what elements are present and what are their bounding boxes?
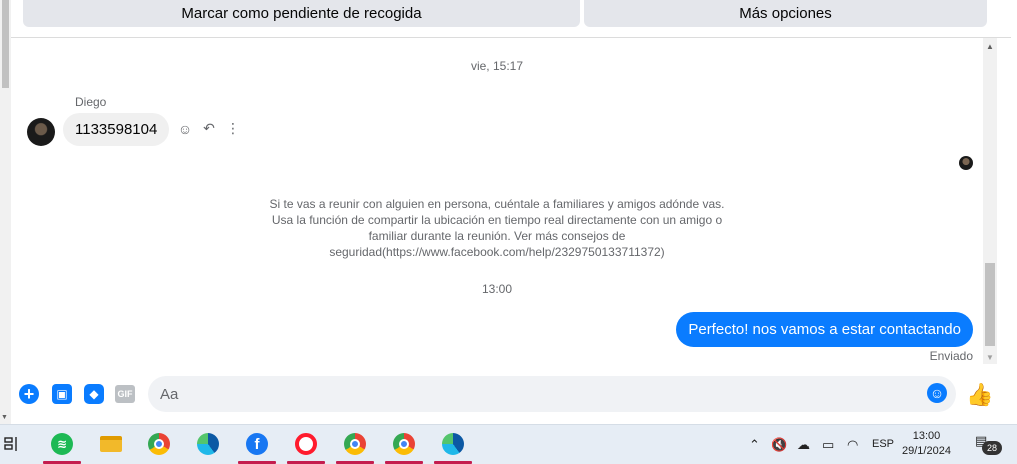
speaker-muted-icon[interactable]: 🔇 xyxy=(771,437,787,453)
edge-profile-icon[interactable] xyxy=(434,431,472,464)
thread-scrollbar[interactable]: ▲ ▼ xyxy=(983,38,997,364)
gif-icon[interactable]: GIF xyxy=(115,385,135,403)
edge-icon[interactable] xyxy=(195,431,221,457)
message-input[interactable]: Aa xyxy=(148,376,956,412)
system-clock[interactable]: 13:00 29/1/2024 xyxy=(902,429,951,459)
emoji-icon[interactable]: ☺ xyxy=(927,383,947,403)
notification-count-badge: 28 xyxy=(982,441,1002,455)
thread-scrollbar-thumb[interactable] xyxy=(985,263,995,346)
listing-action-bar: Marcar como pendiente de recogida Más op… xyxy=(11,0,1011,38)
thread-scroll-down-arrow[interactable]: ▼ xyxy=(986,353,994,362)
mark-pending-pickup-button[interactable]: Marcar como pendiente de recogida xyxy=(23,0,580,27)
sticker-icon[interactable]: ◆ xyxy=(84,384,104,404)
outgoing-message-bubble[interactable]: Perfecto! nos vamos a estar contactando xyxy=(676,312,973,347)
incoming-message-bubble[interactable]: 1133598104 xyxy=(63,113,170,146)
chevron-up-icon[interactable]: ⌃ xyxy=(749,437,760,453)
sent-status: Enviado xyxy=(929,349,973,363)
spotify-icon[interactable]: ≋ xyxy=(43,431,81,464)
file-explorer-icon[interactable] xyxy=(98,431,124,457)
clock-date: 29/1/2024 xyxy=(902,445,951,457)
wifi-icon[interactable]: ◠ xyxy=(847,437,858,453)
chrome-icon[interactable] xyxy=(146,431,172,457)
message-composer: + ▣ ◆ GIF Aa ☺ 👍 xyxy=(11,370,1011,418)
message-actions: ☺ ↶ ⋮ xyxy=(177,120,241,137)
safety-notice: Si te vas a reunir con alguien en person… xyxy=(269,197,725,259)
page-scrollbar-thumb[interactable] xyxy=(2,0,9,88)
more-options-button[interactable]: Más opciones xyxy=(584,0,987,27)
chrome-profile-icon[interactable] xyxy=(385,431,423,464)
sender-name: Diego xyxy=(75,95,107,109)
read-receipt-avatar xyxy=(959,156,973,170)
page-scroll-down-arrow[interactable]: ▼ xyxy=(1,414,8,421)
battery-icon[interactable]: ▭ xyxy=(822,437,834,453)
opera-icon[interactable] xyxy=(287,431,325,464)
react-icon[interactable]: ☺ xyxy=(177,121,193,137)
task-view-icon[interactable] xyxy=(0,431,26,457)
thread-scroll-up-arrow[interactable]: ▲ xyxy=(986,42,994,51)
plus-icon[interactable]: + xyxy=(19,384,39,404)
page-scrollbar[interactable]: ▼ xyxy=(0,0,11,424)
message-thread: vie, 15:17 Diego 1133598104 ☺ ↶ ⋮ Si te … xyxy=(11,38,983,370)
windows-taskbar: ≋ f ⌃ 🔇 ☁ ▭ ◠ ESP 13:00 29/1/2024 ▤ 28 xyxy=(0,424,1017,464)
onedrive-icon[interactable]: ☁ xyxy=(797,437,810,453)
chrome-profile-icon[interactable] xyxy=(336,431,374,464)
language-indicator[interactable]: ESP xyxy=(872,438,894,450)
facebook-icon[interactable]: f xyxy=(238,431,276,464)
message-timestamp: 13:00 xyxy=(481,282,513,296)
more-actions-icon[interactable]: ⋮ xyxy=(225,120,241,137)
photo-icon[interactable]: ▣ xyxy=(52,384,72,404)
reply-icon[interactable]: ↶ xyxy=(201,120,217,137)
messenger-window: ▼ Marcar como pendiente de recogida Más … xyxy=(0,0,1017,464)
sender-avatar[interactable] xyxy=(27,118,55,146)
clock-time: 13:00 xyxy=(912,430,941,442)
thumbs-up-icon[interactable]: 👍 xyxy=(966,382,993,408)
message-timestamp: vie, 15:17 xyxy=(470,59,524,73)
